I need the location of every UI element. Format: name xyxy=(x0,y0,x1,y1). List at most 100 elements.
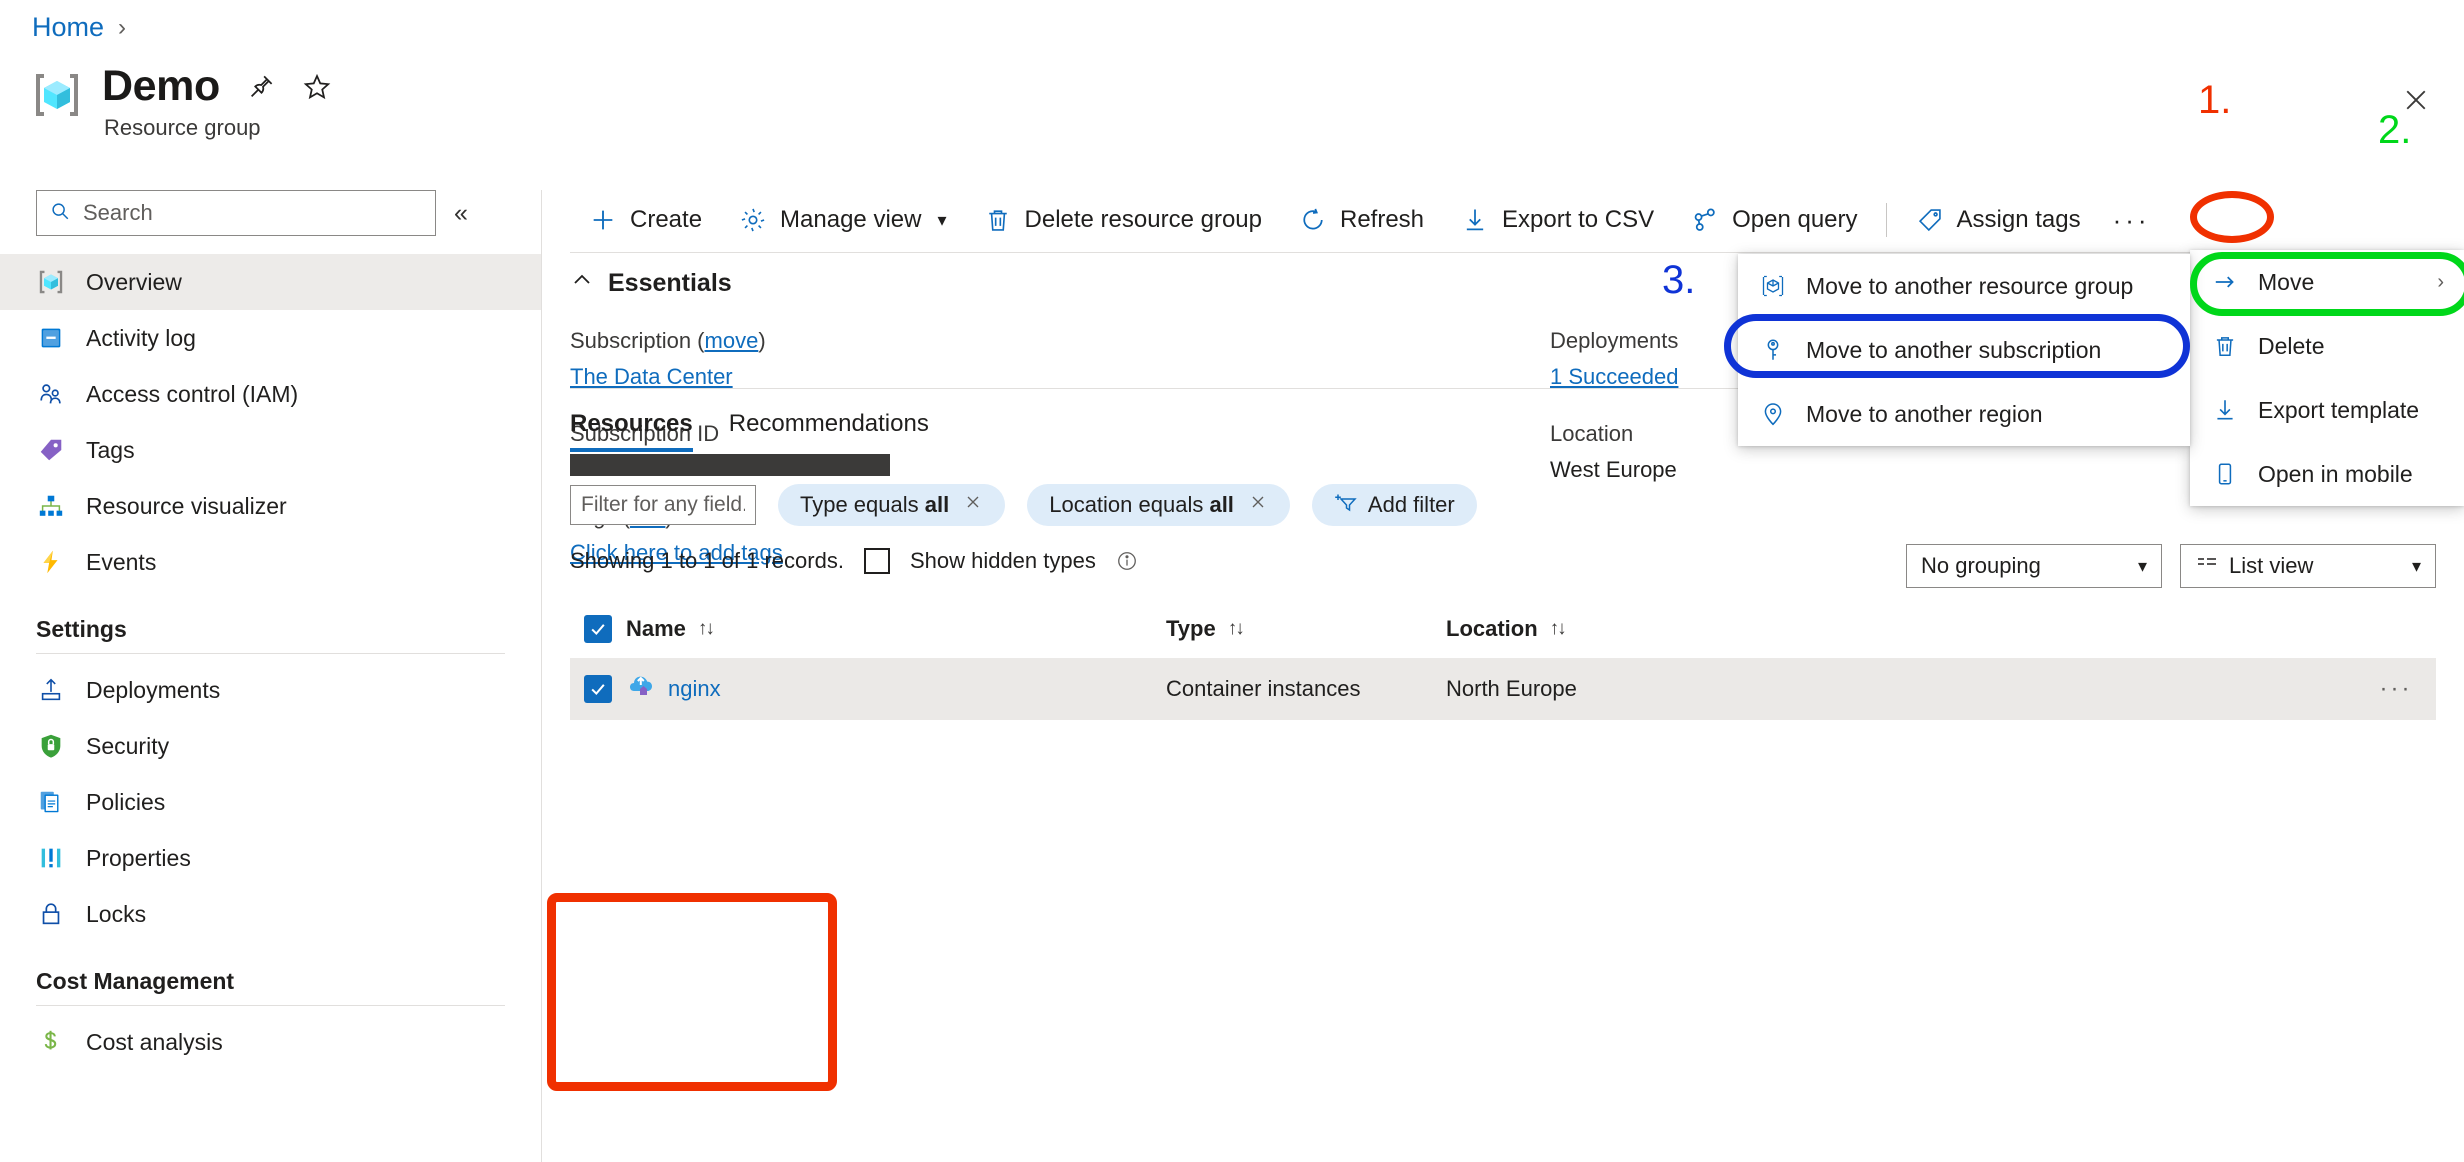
tab-label: Recommendations xyxy=(728,410,929,437)
location-value: West Europe xyxy=(1550,457,1677,482)
filter-input[interactable] xyxy=(570,485,756,525)
search-icon xyxy=(49,200,71,227)
sidebar-item-label: Tags xyxy=(86,436,135,463)
sidebar-item-deployments[interactable]: Deployments xyxy=(0,662,541,718)
create-button[interactable]: Create xyxy=(570,196,720,244)
sidebar-search-row: « xyxy=(0,190,541,236)
mobile-icon xyxy=(2210,459,2240,489)
view-mode-value: List view xyxy=(2229,553,2314,578)
row-checkbox[interactable] xyxy=(584,675,612,703)
pin-icon[interactable] xyxy=(246,72,276,102)
delete-resource-group-button[interactable]: Delete resource group xyxy=(965,196,1280,244)
menu-item-label: Move to another resource group xyxy=(1806,272,2134,299)
menu-item-move[interactable]: Move › xyxy=(2190,250,2464,314)
sidebar-item-policies[interactable]: Policies xyxy=(0,774,541,830)
view-mode-dropdown[interactable]: List view ▾ xyxy=(2180,544,2436,588)
remove-filter-icon[interactable] xyxy=(1248,492,1268,518)
azure-portal-screen: Home › Demo Resource group Search « Over… xyxy=(0,0,2464,1162)
tab-resources[interactable]: Resources xyxy=(570,410,693,452)
resource-visualizer-icon xyxy=(36,491,66,521)
chevron-up-icon xyxy=(570,268,594,299)
breadcrumb-home-link[interactable]: Home xyxy=(32,12,104,43)
plus-icon xyxy=(588,205,618,235)
grouping-value: No grouping xyxy=(1921,553,2041,578)
sidebar-item-access-control[interactable]: Access control (IAM) xyxy=(0,366,541,422)
more-icon[interactable]: more-icon xyxy=(358,72,388,102)
pill-prefix: Type equals xyxy=(800,492,925,517)
menu-item-move-to-another-region[interactable]: Move to another region xyxy=(1738,382,2190,446)
grouping-dropdown[interactable]: No grouping ▾ xyxy=(1906,544,2162,588)
sidebar-item-activity-log[interactable]: Activity log xyxy=(0,310,541,366)
sidebar-item-locks[interactable]: Locks xyxy=(0,886,541,942)
menu-item-open-in-mobile[interactable]: Open in mobile xyxy=(2190,442,2464,506)
sidebar-item-label: Policies xyxy=(86,788,166,815)
assign-tags-button[interactable]: Assign tags xyxy=(1897,196,2099,244)
column-header-location[interactable]: Location ↑↓ xyxy=(1446,616,2356,642)
search-input[interactable] xyxy=(83,200,423,226)
export-to-csv-button[interactable]: Export to CSV xyxy=(1442,196,1672,244)
location-pin-icon xyxy=(1758,399,1788,429)
sidebar-group-label: Settings xyxy=(36,616,127,642)
menu-item-export-template[interactable]: Export template xyxy=(2190,378,2464,442)
open-query-label: Open query xyxy=(1732,206,1858,233)
add-filter-button[interactable]: Add filter xyxy=(1311,484,1477,526)
essentials-toggle[interactable]: Essentials xyxy=(570,268,732,299)
resource-name-link[interactable]: nginx xyxy=(668,676,721,702)
annotation-step-2: 2. xyxy=(2378,108,2412,152)
container-instance-icon xyxy=(626,671,656,707)
page-subtitle: Resource group xyxy=(104,115,261,140)
deployments-value-link[interactable]: 1 Succeeded xyxy=(1550,364,1678,389)
resources-table: Name ↑↓ Type ↑↓ Location ↑↓ nginx Contai… xyxy=(570,600,2436,720)
table-row[interactable]: nginx Container instances North Europe ·… xyxy=(570,658,2436,720)
sidebar-item-label: Locks xyxy=(86,900,147,927)
column-label: Location xyxy=(1446,616,1538,641)
tab-recommendations[interactable]: Recommendations xyxy=(729,410,929,452)
refresh-button[interactable]: Refresh xyxy=(1280,196,1442,244)
tab-label: Resources xyxy=(570,410,693,437)
assign-tags-icon xyxy=(1915,205,1945,235)
subscription-value-link[interactable]: The Data Center xyxy=(570,364,733,389)
sort-icon[interactable]: ↑↓ xyxy=(1550,618,1567,640)
collapse-sidebar-button[interactable]: « xyxy=(454,200,468,226)
refresh-icon xyxy=(1298,205,1328,235)
sidebar-item-cost-analysis[interactable]: Cost analysis xyxy=(0,1014,541,1070)
star-icon[interactable] xyxy=(302,72,332,102)
menu-item-move-to-another-resource-group[interactable]: Move to another resource group xyxy=(1738,254,2190,318)
sidebar-item-security[interactable]: Security xyxy=(0,718,541,774)
divider xyxy=(36,653,505,654)
add-filter-icon xyxy=(1334,490,1358,520)
query-icon xyxy=(1690,205,1720,235)
show-hidden-types-checkbox[interactable] xyxy=(863,548,890,574)
manage-view-button[interactable]: Manage view ▾ xyxy=(720,196,964,244)
trash-icon xyxy=(983,205,1013,235)
sidebar-item-label: Resource visualizer xyxy=(86,492,287,519)
subscription-move-link[interactable]: move xyxy=(705,328,759,353)
sidebar-item-label: Properties xyxy=(86,844,191,871)
remove-filter-icon[interactable] xyxy=(963,492,983,518)
filter-pill-location[interactable]: Location equals all xyxy=(1027,484,1290,526)
cell-name: nginx xyxy=(626,671,1166,707)
sidebar-item-overview[interactable]: Overview xyxy=(0,254,541,310)
resource-group-header: Demo more-icon Resource group xyxy=(30,62,388,141)
search-box[interactable] xyxy=(36,190,436,236)
menu-item-delete[interactable]: Delete xyxy=(2190,314,2464,378)
sidebar-item-properties[interactable]: Properties xyxy=(0,830,541,886)
sidebar-item-resource-visualizer[interactable]: Resource visualizer xyxy=(0,478,541,534)
toolbar-more-button[interactable]: ··· xyxy=(2099,205,2165,236)
command-toolbar: Create Manage view ▾ Delete resource gro… xyxy=(570,192,2165,248)
select-all-checkbox[interactable] xyxy=(584,615,612,643)
open-query-button[interactable]: Open query xyxy=(1672,196,1875,244)
sidebar-item-events[interactable]: Events xyxy=(0,534,541,590)
resource-group-icon xyxy=(30,68,84,122)
row-more-button[interactable]: ··· xyxy=(2380,675,2413,703)
sort-icon[interactable]: ↑↓ xyxy=(698,618,715,640)
sort-icon[interactable]: ↑↓ xyxy=(1228,618,1245,640)
filter-pill-type[interactable]: Type equals all xyxy=(778,484,1006,526)
records-summary-row: Showing 1 to 1 of 1 records. Show hidden… xyxy=(570,548,1138,574)
column-header-name[interactable]: Name ↑↓ xyxy=(626,616,1166,642)
column-header-type[interactable]: Type ↑↓ xyxy=(1166,616,1446,642)
info-icon[interactable] xyxy=(1116,550,1138,572)
menu-item-move-to-another-subscription[interactable]: Move to another subscription xyxy=(1738,318,2190,382)
sidebar-item-tags[interactable]: Tags xyxy=(0,422,541,478)
security-shield-icon xyxy=(36,731,66,761)
